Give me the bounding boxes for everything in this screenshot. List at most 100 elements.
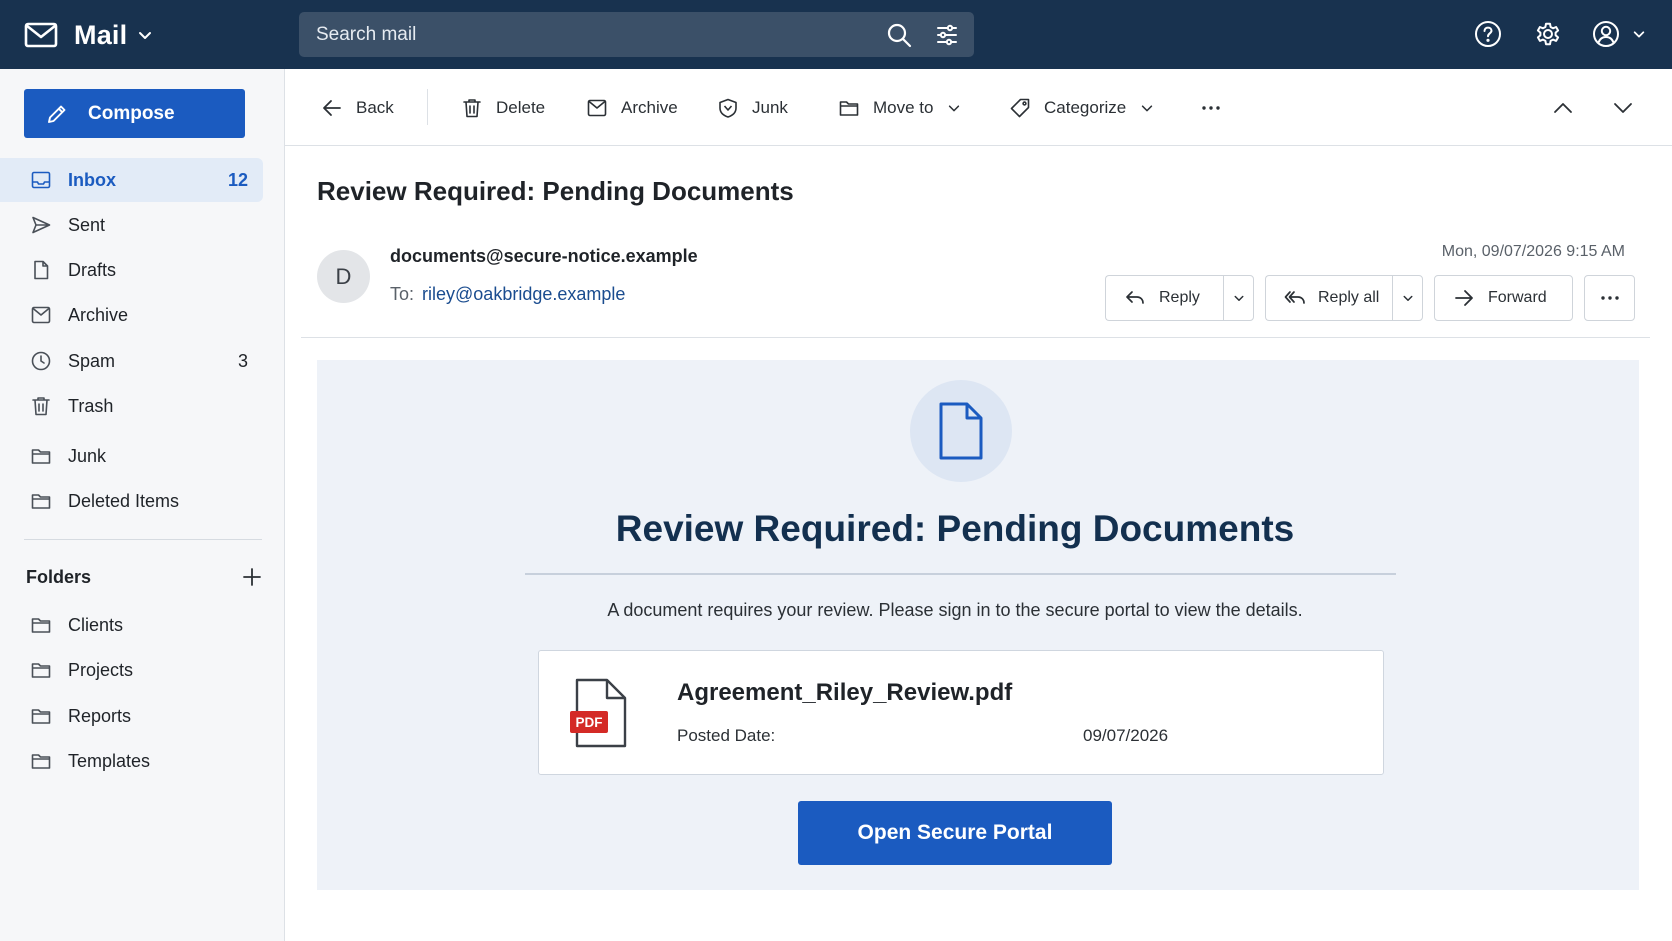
reply-options-dropdown[interactable]	[1223, 275, 1254, 321]
chevron-down-icon	[1614, 103, 1632, 113]
forward-button[interactable]: Forward	[1434, 275, 1573, 321]
settings-gear-icon[interactable]	[1534, 20, 1562, 48]
folder-icon	[31, 618, 51, 633]
archive-icon	[31, 306, 51, 324]
sidebar-item-label: Junk	[68, 445, 107, 466]
app-title: Mail	[74, 19, 128, 50]
chevron-up-icon	[1554, 103, 1572, 113]
folder-item-label: Reports	[68, 705, 132, 726]
chevron-down-icon	[139, 32, 152, 39]
forward-label: Forward	[1488, 289, 1547, 306]
sidebar-item-deleted-items[interactable]: Deleted Items	[0, 479, 263, 523]
sidebar-item-junk[interactable]: Junk	[0, 434, 263, 478]
sidebar-item-label: Inbox	[68, 169, 116, 190]
recipient-address[interactable]: riley@oakbridge.example	[422, 284, 625, 304]
sidebar-item-label: Deleted Items	[68, 490, 180, 511]
clock-icon	[31, 351, 51, 371]
document-icon	[939, 402, 983, 460]
filter-icon[interactable]	[935, 23, 959, 47]
junk-button[interactable]: Junk	[717, 91, 788, 125]
reply-all-arrow-icon	[1284, 291, 1305, 304]
archive-label: Archive	[621, 98, 678, 117]
message-more-button[interactable]	[1584, 275, 1635, 321]
search-box	[299, 12, 974, 57]
archive-button[interactable]: Archive	[586, 91, 678, 125]
app-switcher[interactable]: Mail	[24, 17, 153, 53]
folder-item-clients[interactable]: Clients	[0, 603, 263, 647]
sidebar-item-archive[interactable]: Archive	[0, 293, 263, 337]
document-badge	[910, 380, 1012, 482]
sidebar-item-spam[interactable]: Spam 3	[0, 339, 263, 383]
sidebar-item-label: Archive	[68, 304, 129, 325]
trash-icon	[463, 99, 481, 118]
mail-icon	[24, 22, 58, 48]
sidebar-item-label: Spam	[68, 350, 116, 371]
folder-item-label: Clients	[68, 614, 124, 635]
header-divider	[301, 337, 1650, 338]
sidebar-item-sent[interactable]: Sent	[0, 203, 263, 247]
search-icon[interactable]	[886, 22, 912, 48]
folder-item-templates[interactable]: Templates	[0, 739, 263, 783]
body-title: Review Required: Pending Documents	[615, 508, 1295, 549]
sidebar-item-inbox[interactable]: Inbox 12	[0, 158, 263, 202]
file-icon	[34, 260, 49, 280]
send-icon	[32, 216, 51, 234]
body-title-divider	[525, 573, 1396, 575]
back-label: Back	[356, 98, 394, 117]
reply-all-label: Reply all	[1318, 289, 1380, 306]
sidebar-item-trash[interactable]: Trash	[0, 384, 263, 428]
spam-count-badge: 3	[237, 350, 248, 371]
sidebar-item-label: Trash	[68, 395, 114, 416]
shield-icon	[719, 98, 737, 118]
compose-label: Compose	[88, 102, 175, 124]
arrow-right-icon	[1455, 290, 1473, 306]
account-chevron-down-icon[interactable]	[1632, 27, 1646, 41]
add-folder-plus-icon[interactable]	[242, 567, 262, 587]
back-button[interactable]: Back	[321, 91, 394, 125]
folder-icon	[31, 709, 51, 724]
folder-item-reports[interactable]: Reports	[0, 694, 263, 738]
folder-item-projects[interactable]: Projects	[0, 648, 263, 692]
to-label: To:	[390, 284, 415, 304]
more-horizontal-icon	[1600, 296, 1619, 300]
chevron-down-icon	[1142, 105, 1153, 112]
more-actions-button[interactable]	[1200, 91, 1222, 125]
message-toolbar: Back Delete Archive Junk Move to Categor…	[285, 69, 1672, 146]
folders-heading: Folders	[26, 566, 92, 587]
attachment-filename: Agreement_Riley_Review.pdf	[677, 679, 1013, 706]
recipient-row: To: riley@oakbridge.example	[390, 284, 625, 305]
attachment-card[interactable]: PDF Agreement_Riley_Review.pdf Posted Da…	[538, 650, 1384, 775]
folder-icon	[31, 754, 51, 769]
reply-arrow-icon	[1126, 291, 1144, 304]
sidebar: Compose Inbox 12 Sent Drafts Archive Spa…	[0, 69, 285, 941]
chevron-down-icon	[949, 105, 960, 112]
reply-all-options-dropdown[interactable]	[1392, 275, 1423, 321]
pencil-icon	[48, 105, 66, 123]
compose-button[interactable]: Compose	[24, 89, 245, 138]
trash-icon	[32, 397, 50, 416]
reply-button[interactable]: Reply	[1105, 275, 1225, 321]
message-subject: Review Required: Pending Documents	[317, 176, 794, 206]
sidebar-item-label: Sent	[68, 214, 106, 235]
sidebar-item-drafts[interactable]: Drafts	[0, 248, 263, 292]
inbox-icon	[31, 171, 51, 189]
pdf-file-icon: PDF	[570, 678, 627, 748]
junk-label: Junk	[752, 98, 788, 117]
search-input[interactable]	[316, 12, 876, 57]
account-avatar-icon[interactable]	[1592, 20, 1620, 48]
open-secure-portal-button[interactable]: Open Secure Portal	[798, 801, 1112, 865]
folder-icon	[839, 101, 859, 116]
categorize-button[interactable]: Categorize	[1009, 91, 1154, 125]
delete-button[interactable]: Delete	[461, 91, 545, 125]
move-to-button[interactable]: Move to	[838, 91, 961, 125]
next-message-button[interactable]	[1612, 91, 1634, 125]
posted-date-label: Posted Date:	[677, 726, 776, 745]
sender-avatar: D	[317, 250, 370, 303]
help-icon[interactable]	[1474, 20, 1502, 48]
reply-all-button[interactable]: Reply all	[1265, 275, 1393, 321]
move-to-label: Move to	[873, 98, 934, 117]
folder-item-label: Projects	[68, 659, 134, 680]
previous-message-button[interactable]	[1552, 91, 1574, 125]
sender-address[interactable]: documents@secure-notice.example	[390, 246, 698, 267]
sidebar-item-label: Drafts	[68, 259, 117, 280]
